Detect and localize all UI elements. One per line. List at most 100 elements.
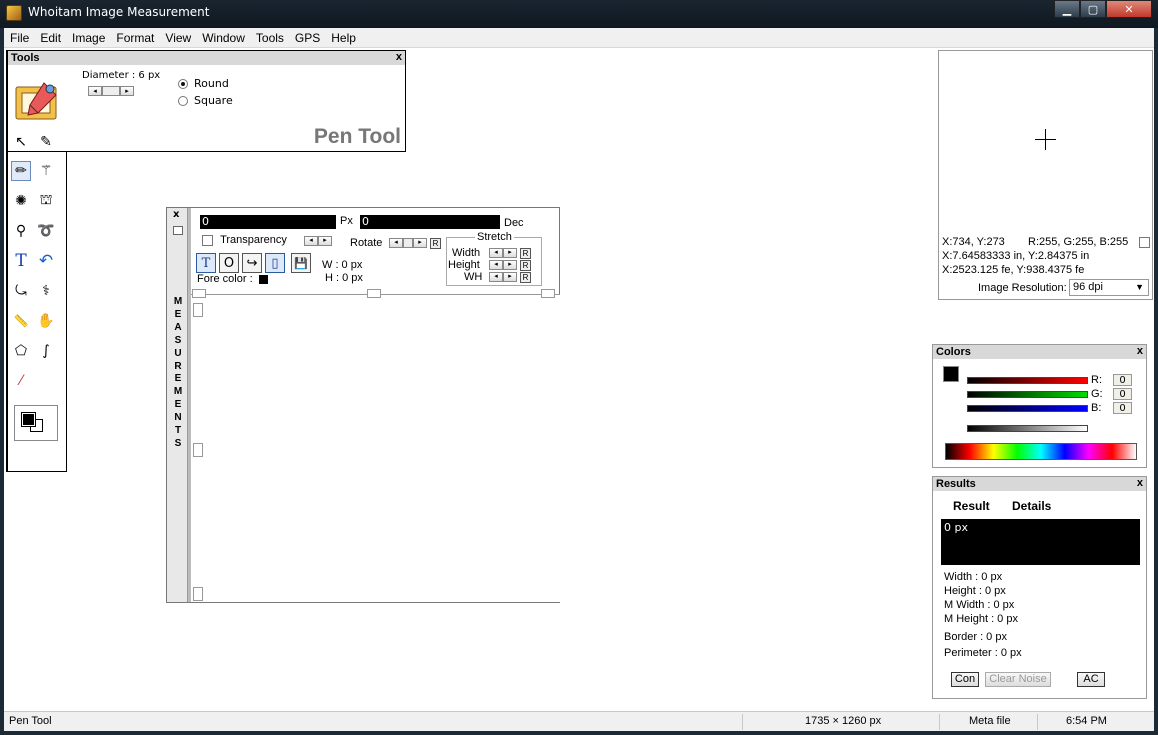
status-divider bbox=[939, 714, 940, 730]
menu-format[interactable]: Format bbox=[110, 31, 159, 45]
stretch-height-decrease[interactable]: ◂ bbox=[489, 260, 503, 271]
stretch-width-decrease[interactable]: ◂ bbox=[489, 248, 503, 259]
square-option[interactable]: Square bbox=[178, 94, 233, 107]
text-icon[interactable]: T bbox=[11, 251, 31, 271]
image-resolution-select[interactable]: 96 dpi ▼ bbox=[1069, 279, 1149, 296]
menu-window[interactable]: Window bbox=[196, 31, 250, 45]
stretch-group: Stretch Width ◂ ▸ R Height ◂ ▸ R WH ◂ ▸ R bbox=[446, 231, 542, 286]
coordinates-checkbox[interactable] bbox=[1139, 237, 1150, 248]
text-tool-button[interactable]: T bbox=[196, 253, 216, 273]
transparency-increase-button[interactable]: ▸ bbox=[318, 236, 332, 247]
menu-edit[interactable]: Edit bbox=[34, 31, 66, 45]
measurements-restore-icon[interactable] bbox=[173, 226, 183, 235]
stretch-width-increase[interactable]: ▸ bbox=[503, 248, 517, 259]
magic-wand-icon[interactable]: ⚚ bbox=[36, 161, 56, 181]
ruler-icon[interactable]: 📏 bbox=[11, 311, 31, 331]
maximize-button[interactable]: ▢ bbox=[1080, 0, 1106, 18]
stretch-wh-decrease[interactable]: ◂ bbox=[489, 272, 503, 283]
menu-tools[interactable]: Tools bbox=[250, 31, 289, 45]
measurements-close-icon[interactable]: x bbox=[173, 209, 179, 220]
round-radio[interactable] bbox=[178, 78, 188, 89]
paint-bucket-icon[interactable]: ⛫ bbox=[36, 191, 56, 211]
colors-panel-close-icon[interactable]: x bbox=[1137, 344, 1143, 358]
diameter-track[interactable] bbox=[102, 86, 120, 96]
round-option[interactable]: Round bbox=[178, 77, 229, 90]
stretch-width-reset-button[interactable]: R bbox=[520, 247, 532, 259]
diameter-slider[interactable]: ◂ ▸ bbox=[88, 84, 134, 97]
dec-value-field[interactable]: 0 bbox=[360, 215, 500, 229]
blue-value[interactable]: 0 bbox=[1113, 402, 1132, 414]
stretch-wh-reset-button[interactable]: R bbox=[520, 271, 532, 283]
menu-view[interactable]: View bbox=[159, 31, 196, 45]
red-slider[interactable] bbox=[967, 377, 1088, 384]
eyedropper-icon[interactable]: ✎ bbox=[36, 132, 56, 152]
resize-handle-left[interactable] bbox=[193, 443, 203, 457]
ellipse-button[interactable]: O bbox=[219, 253, 239, 273]
stretch-wh-increase[interactable]: ▸ bbox=[503, 272, 517, 283]
current-color-swatch[interactable] bbox=[943, 366, 959, 382]
tab-result[interactable]: Result bbox=[953, 499, 990, 513]
results-panel-close-icon[interactable]: x bbox=[1137, 476, 1143, 490]
new-page-button[interactable]: ▯ bbox=[265, 253, 285, 273]
resize-handle-top-left[interactable] bbox=[192, 289, 206, 298]
square-radio[interactable] bbox=[178, 95, 188, 106]
minimize-button[interactable]: ▁ bbox=[1054, 0, 1080, 18]
measurements-canvas[interactable] bbox=[191, 289, 560, 602]
undo-icon[interactable]: ↶ bbox=[36, 251, 56, 271]
ac-button[interactable]: AC bbox=[1077, 672, 1105, 687]
tab-details[interactable]: Details bbox=[1012, 499, 1051, 513]
transparency-slider[interactable]: ◂ ▸ bbox=[304, 235, 332, 247]
resize-handle-top-right[interactable] bbox=[541, 289, 555, 298]
stretch-height-increase[interactable]: ▸ bbox=[503, 260, 517, 271]
stretch-width-control[interactable]: ◂ ▸ R bbox=[489, 247, 532, 259]
resize-handle-left-top[interactable] bbox=[193, 303, 203, 317]
chevron-down-icon: ▼ bbox=[1135, 282, 1144, 292]
rotate-crop-icon[interactable]: ⤿ bbox=[11, 281, 31, 301]
fore-back-color-swatch[interactable] bbox=[14, 405, 58, 441]
px-value-field[interactable]: 0 bbox=[200, 215, 336, 229]
rotate-reset-button[interactable]: R bbox=[430, 237, 442, 249]
foreground-color[interactable] bbox=[22, 413, 35, 426]
hand-icon[interactable]: ✋ bbox=[36, 311, 56, 331]
resize-handle-top[interactable] bbox=[367, 289, 381, 298]
paste-button[interactable]: ↪ bbox=[242, 253, 262, 273]
polygon-lasso-icon[interactable]: ⬠ bbox=[11, 341, 31, 361]
stretch-height-control[interactable]: ◂ ▸ R bbox=[489, 259, 532, 271]
rotate-track[interactable] bbox=[403, 238, 413, 249]
tools-panel-header: Tools x bbox=[8, 51, 405, 65]
fore-color-swatch[interactable] bbox=[258, 274, 268, 284]
diameter-decrease-button[interactable]: ◂ bbox=[88, 86, 102, 96]
rotate-control[interactable]: ◂ ▸ R bbox=[389, 237, 442, 249]
arrow-icon[interactable]: ↖ bbox=[11, 132, 31, 152]
transparency-checkbox[interactable] bbox=[202, 234, 213, 246]
transparency-decrease-button[interactable]: ◂ bbox=[304, 236, 318, 247]
curve-icon[interactable]: ∫ bbox=[36, 341, 56, 361]
menu-help[interactable]: Help bbox=[325, 31, 361, 45]
stretch-height-reset-button[interactable]: R bbox=[520, 259, 532, 271]
rotate-decrease-button[interactable]: ◂ bbox=[389, 238, 403, 249]
resize-handle-bottom-left[interactable] bbox=[193, 587, 203, 601]
spider-web-icon[interactable]: ✺ bbox=[11, 191, 31, 211]
pipette-drop-icon[interactable]: ⚲ bbox=[11, 221, 31, 241]
clear-noise-button[interactable]: Clear Noise bbox=[985, 672, 1051, 687]
save-button[interactable]: 💾 bbox=[291, 253, 311, 273]
menu-gps[interactable]: GPS bbox=[289, 31, 325, 45]
lasso-icon[interactable]: ➰ bbox=[36, 221, 56, 241]
line-icon[interactable]: ⁄ bbox=[11, 371, 31, 391]
red-value[interactable]: 0 bbox=[1113, 374, 1132, 386]
tools-panel-close-icon[interactable]: x bbox=[396, 50, 402, 64]
color-picker-icon[interactable]: ⚕ bbox=[36, 281, 56, 301]
blue-slider[interactable] bbox=[967, 405, 1088, 412]
close-button[interactable]: ✕ bbox=[1106, 0, 1152, 18]
diameter-increase-button[interactable]: ▸ bbox=[120, 86, 134, 96]
menu-file[interactable]: File bbox=[4, 31, 34, 45]
spectrum-picker[interactable] bbox=[945, 443, 1137, 460]
green-value[interactable]: 0 bbox=[1113, 388, 1132, 400]
rotate-increase-button[interactable]: ▸ bbox=[413, 238, 427, 249]
menu-image[interactable]: Image bbox=[66, 31, 110, 45]
brightness-slider[interactable] bbox=[967, 425, 1088, 432]
stretch-wh-control[interactable]: ◂ ▸ R bbox=[489, 271, 532, 283]
con-button[interactable]: Con bbox=[951, 672, 979, 687]
pencil-icon[interactable]: ✏ bbox=[11, 161, 31, 181]
green-slider[interactable] bbox=[967, 391, 1088, 398]
